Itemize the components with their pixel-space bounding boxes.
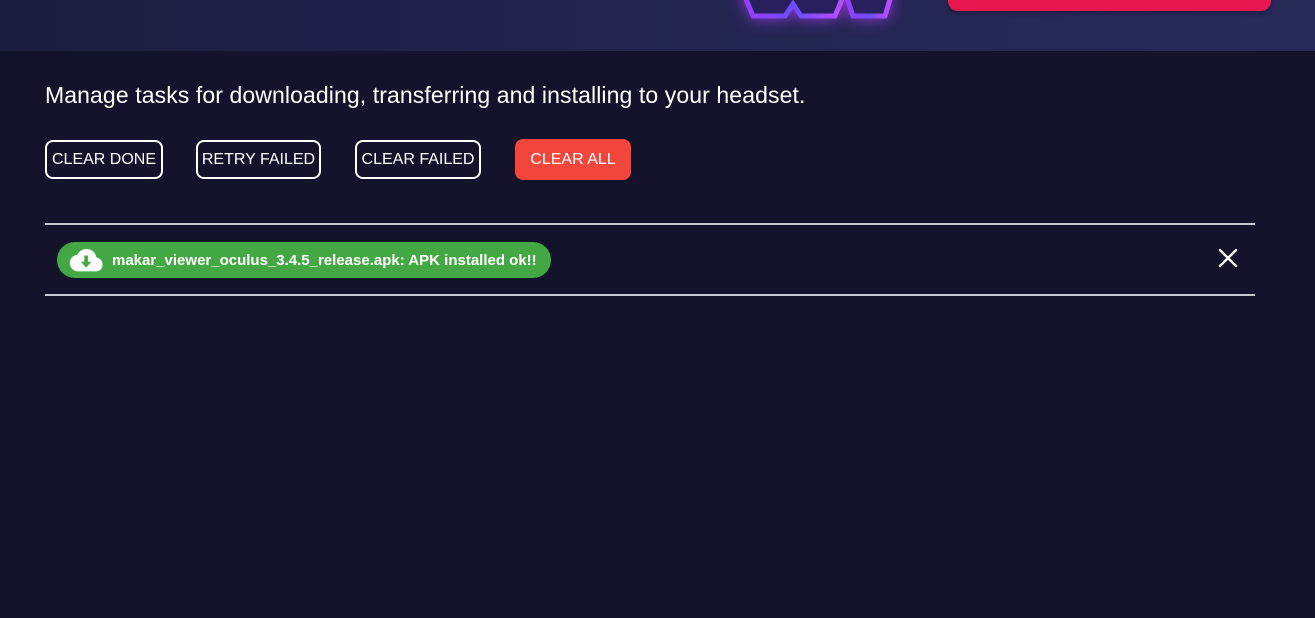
cloud-download-icon — [69, 249, 103, 272]
clear-all-button[interactable]: CLEAR ALL — [515, 139, 631, 180]
retry-failed-button[interactable]: RETRY FAILED — [196, 140, 321, 179]
task-list-bottom-divider — [45, 294, 1255, 296]
clear-failed-button[interactable]: CLEAR FAILED — [355, 140, 481, 179]
page-description: Manage tasks for downloading, transferri… — [45, 82, 806, 108]
task-status-badge: makar_viewer_oculus_3.4.5_release.apk: A… — [57, 242, 551, 278]
task-list-top-divider — [45, 223, 1255, 225]
header-action-button[interactable] — [948, 0, 1271, 11]
close-icon[interactable] — [1217, 247, 1239, 269]
task-status-text: makar_viewer_oculus_3.4.5_release.apk: A… — [112, 251, 537, 269]
vr-headset-logo-icon — [743, 0, 893, 19]
clear-done-button[interactable]: CLEAR DONE — [45, 140, 163, 179]
top-header — [0, 0, 1315, 51]
